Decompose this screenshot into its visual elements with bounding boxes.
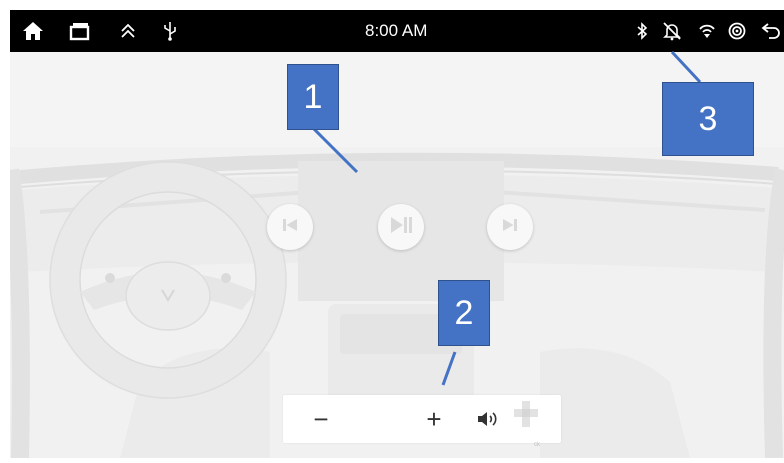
callout-2: 2: [438, 280, 490, 346]
callout-1: 1: [287, 64, 339, 130]
callout-3: 3: [662, 82, 754, 156]
callout-arrows: [303, 50, 702, 386]
